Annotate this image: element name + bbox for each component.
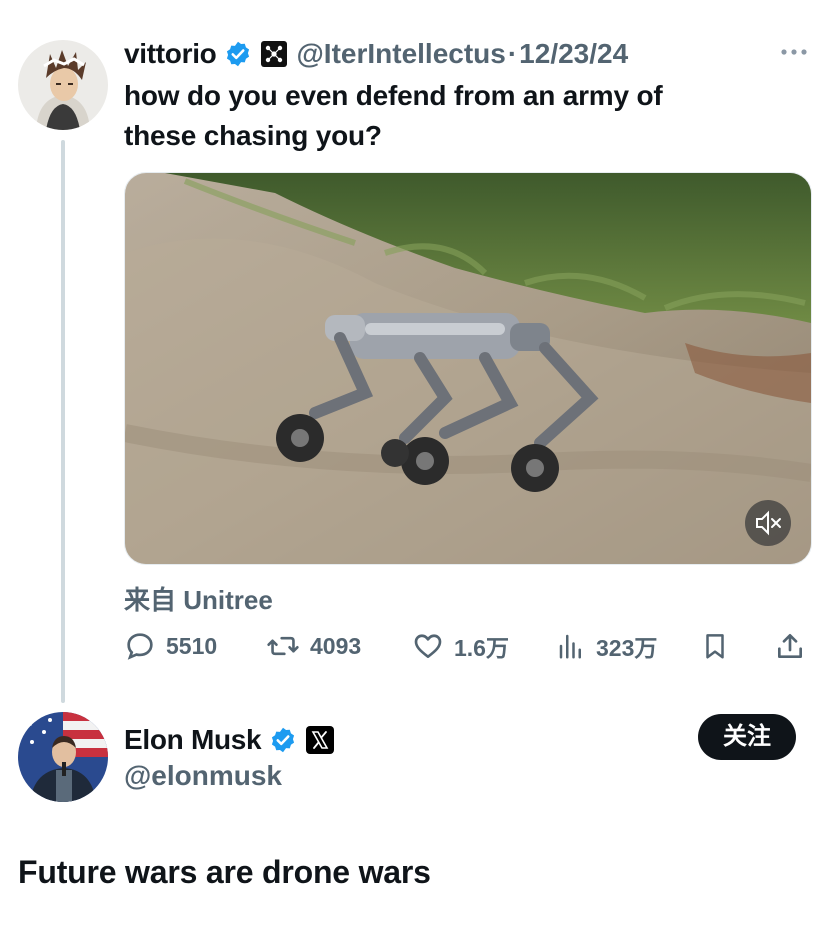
tweet-date[interactable]: 12/23/24 <box>519 38 628 70</box>
bookmark-button[interactable] <box>700 628 730 664</box>
tweet-header: Elon Musk <box>124 720 335 760</box>
view-count: 323万 <box>596 635 658 661</box>
affiliate-badge-icon <box>260 40 288 68</box>
analytics-bar-icon <box>559 634 581 659</box>
share-button[interactable] <box>774 628 806 664</box>
avatar[interactable] <box>18 40 108 130</box>
verified-badge-icon <box>224 40 252 68</box>
handle[interactable]: @IterIntellectus <box>296 38 505 70</box>
like-count: 1.6万 <box>454 635 509 661</box>
display-name[interactable]: Elon Musk <box>124 724 262 756</box>
tweet-header: vittorio @IterIntellectus · 12/23/24 <box>124 34 628 74</box>
verified-badge-icon <box>269 726 297 754</box>
video-frame-robot-dog <box>125 173 811 564</box>
avatar[interactable] <box>18 712 108 802</box>
reply-button[interactable]: 5510 <box>124 628 217 664</box>
separator: · <box>507 38 518 69</box>
tweet-text: Future wars are drone wars <box>18 854 431 890</box>
handle[interactable]: @elonmusk <box>124 760 282 792</box>
source-label[interactable]: 来自 Unitree <box>124 580 273 617</box>
bookmark-icon <box>706 634 724 659</box>
like-button[interactable]: 1.6万 <box>412 628 509 664</box>
more-options-icon[interactable] <box>778 40 810 64</box>
avatar-image <box>18 712 108 802</box>
reply-count: 5510 <box>166 632 218 659</box>
mute-toggle-button[interactable] <box>745 500 791 546</box>
repost-icon <box>267 636 299 656</box>
tweet-text: how do you even defend from an army of t… <box>124 76 663 156</box>
repost-button[interactable]: 4093 <box>266 628 361 664</box>
x-affiliate-badge-icon <box>305 725 335 755</box>
display-name[interactable]: vittorio <box>124 38 217 70</box>
follow-button[interactable]: 关注 <box>698 714 796 760</box>
heart-icon <box>414 634 442 658</box>
thread-connector-line <box>61 140 65 703</box>
tweet-text-line: these chasing you? <box>124 120 382 151</box>
tweet-video[interactable] <box>124 172 812 565</box>
tweet-text-line: how do you even defend from an army of <box>124 80 663 111</box>
repost-count: 4093 <box>310 632 362 659</box>
speaker-muted-icon <box>756 510 781 536</box>
views-button[interactable]: 323万 <box>556 628 657 664</box>
reply-icon <box>127 633 153 660</box>
avatar-image <box>18 40 108 130</box>
share-icon <box>778 634 802 658</box>
